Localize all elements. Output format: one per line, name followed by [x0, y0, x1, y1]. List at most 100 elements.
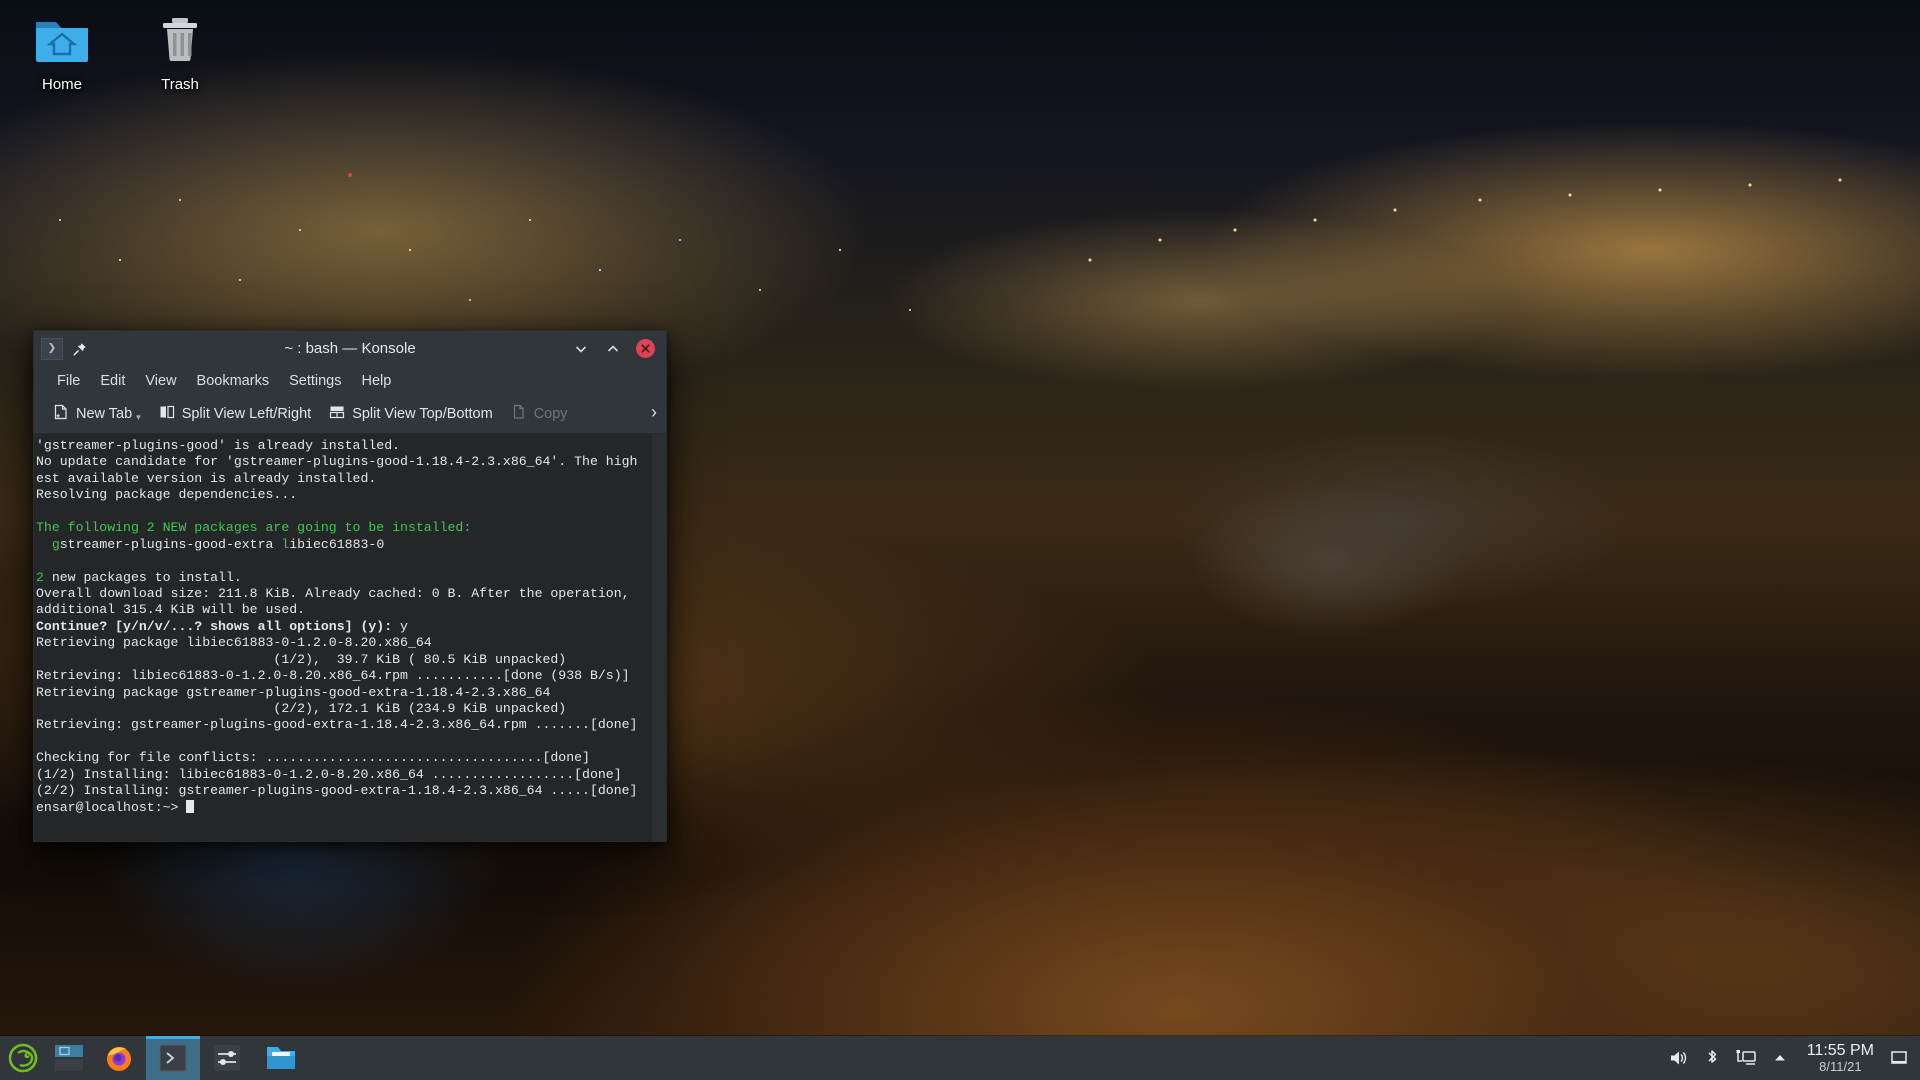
taskbar-item-konsole[interactable] [146, 1036, 200, 1080]
show-desktop-icon[interactable] [1884, 1036, 1914, 1080]
split-lr-icon [159, 404, 175, 424]
split-view-top-bottom-button[interactable]: Split View Top/Bottom [320, 400, 502, 428]
trash-icon [128, 8, 232, 70]
terminal-text: (1/2), 39.7 KiB ( 80.5 KiB unpacked) [36, 651, 567, 667]
terminal-text: y [392, 618, 408, 634]
bluetooth-icon[interactable] [1695, 1048, 1729, 1068]
copy-label: Copy [533, 406, 568, 422]
minimize-button[interactable] [572, 340, 590, 358]
terminal-line: gstreamer-plugins-good-extra libiec61883… [36, 537, 652, 553]
pin-icon[interactable] [71, 340, 89, 358]
terminal-text: No update candidate for 'gstreamer-plugi… [36, 454, 638, 470]
terminal-text: (2/2), 172.1 KiB (234.9 KiB unpacked) [36, 701, 567, 716]
clock-widget[interactable]: 11:55 PM 8/11/21 [1797, 1041, 1884, 1074]
pager-widget[interactable] [46, 1036, 92, 1080]
terminal-line: est available version is already install… [36, 471, 652, 487]
copy-button: Copy [502, 400, 577, 428]
terminal-output[interactable]: 'gstreamer-plugins-good' is already inst… [34, 434, 652, 841]
desktop-wallpaper[interactable]: Home Trash ❯ ~: bash — Konsole File Edi… [0, 0, 1920, 1080]
terminal-area[interactable]: 'gstreamer-plugins-good' is already inst… [34, 434, 666, 841]
terminal-text: 2 [36, 569, 44, 585]
terminal-line: (2/2), 172.1 KiB (234.9 KiB unpacked) [36, 701, 652, 717]
konsole-icon[interactable]: ❯ [41, 337, 63, 360]
taskbar-item-settings[interactable] [200, 1036, 254, 1080]
desktop-icon-trash[interactable]: Trash [128, 8, 232, 93]
terminal-line: Retrieving package gstreamer-plugins-goo… [36, 685, 652, 701]
chevron-down-icon[interactable]: ▾ [136, 412, 141, 423]
new-tab-icon [53, 404, 69, 424]
taskbar[interactable]: 11:55 PM 8/11/21 [0, 1036, 1920, 1080]
menu-help[interactable]: Help [351, 369, 401, 393]
terminal-text: Retrieving package libiec61883-0-1.2.0-8… [36, 635, 432, 651]
terminal-line: ensar@localhost:~> [36, 799, 652, 816]
split-lr-label: Split View Left/Right [181, 406, 312, 422]
maximize-button[interactable] [604, 340, 622, 358]
terminal-line: No update candidate for 'gstreamer-plugi… [36, 454, 652, 470]
terminal-scrollbar[interactable] [652, 434, 666, 841]
terminal-text: est available version is already install… [36, 470, 377, 486]
window-titlebar[interactable]: ❯ ~ : bash — Konsole [34, 331, 666, 366]
terminal-line: The following 2 NEW packages are going t… [36, 520, 652, 536]
taskbar-item-dolphin[interactable] [254, 1036, 308, 1080]
terminal-text: Overall download size: 211.8 KiB. Alread… [36, 585, 630, 601]
terminal-line: Retrieving package libiec61883-0-1.2.0-8… [36, 635, 652, 651]
clock-date: 8/11/21 [1819, 1058, 1862, 1074]
terminal-text: Retrieving: libiec61883-0-1.2.0-8.20.x86… [36, 668, 630, 684]
menu-view[interactable]: View [135, 369, 186, 393]
split-tb-label: Split View Top/Bottom [352, 406, 493, 422]
terminal-text: additional 315.4 KiB will be used. [36, 602, 306, 618]
desktop-icon-trash-label: Trash [161, 76, 199, 93]
toolbar-overflow-button[interactable]: › [642, 400, 666, 428]
desktop-icon-home[interactable]: Home [10, 8, 114, 93]
terminal-line: Checking for file conflicts: ...........… [36, 750, 652, 766]
terminal-line: 2 new packages to install. [36, 570, 652, 586]
terminal-text: ibiec61883-0 [289, 536, 385, 552]
terminal-text: Resolving package dependencies... [36, 487, 298, 503]
terminal-text: Retrieving package gstreamer-plugins-goo… [36, 684, 551, 700]
terminal-line: Continue? [y/n/v/...? shows all options]… [36, 619, 652, 635]
menu-edit[interactable]: Edit [90, 369, 135, 393]
terminal-text: Continue? [y/n/v/...? shows all options]… [36, 618, 393, 634]
new-tab-label: New Tab [76, 406, 133, 422]
network-icon[interactable] [1729, 1048, 1763, 1068]
opensuse-menu-icon[interactable] [0, 1036, 46, 1080]
bridge-lights-decoration [1050, 140, 1920, 390]
menu-settings[interactable]: Settings [279, 369, 351, 393]
terminal-line: 'gstreamer-plugins-good' is already inst… [36, 438, 652, 454]
split-view-left-right-button[interactable]: Split View Left/Right [150, 400, 321, 428]
taskbar-item-firefox[interactable] [92, 1036, 146, 1080]
konsole-window[interactable]: ❯ ~ : bash — Konsole File Edit View Book… [33, 330, 667, 842]
terminal-line: Retrieving: gstreamer-plugins-good-extra… [36, 717, 652, 733]
show-hidden-icon[interactable] [1763, 1050, 1797, 1066]
terminal-line: Retrieving: libiec61883-0-1.2.0-8.20.x86… [36, 668, 652, 684]
split-tb-icon [329, 404, 345, 424]
terminal-text: (1/2) Installing: libiec61883-0-1.2.0-8.… [36, 766, 622, 782]
home-folder-icon [10, 8, 114, 70]
terminal-text: streamer-plugins-good-extra [59, 536, 282, 552]
close-button[interactable] [636, 339, 655, 358]
terminal-text: g [51, 536, 60, 552]
volume-icon[interactable] [1661, 1048, 1695, 1068]
terminal-line: (1/2) Installing: libiec61883-0-1.2.0-8.… [36, 767, 652, 783]
terminal-line: additional 315.4 KiB will be used. [36, 602, 652, 618]
menubar[interactable]: File Edit View Bookmarks Settings Help [34, 366, 666, 395]
clock-time: 11:55 PM [1806, 1041, 1874, 1059]
city-lights-decoration [0, 60, 1000, 360]
menu-bookmarks[interactable]: Bookmarks [187, 369, 280, 393]
desktop-icon-home-label: Home [41, 76, 82, 93]
terminal-cursor [186, 799, 195, 813]
terminal-text: The following 2 NEW packages are going t… [36, 520, 472, 536]
new-tab-button[interactable]: New Tab ▾ [44, 400, 150, 428]
terminal-line: Overall download size: 211.8 KiB. Alread… [36, 586, 652, 602]
terminal-text: ensar@localhost:~> [36, 799, 187, 815]
terminal-line: Resolving package dependencies... [36, 487, 652, 503]
toolbar[interactable]: New Tab ▾ Split View Left/Right Split Vi… [34, 395, 666, 434]
terminal-text: 'gstreamer-plugins-good' is already inst… [36, 438, 401, 453]
terminal-text: new packages to install. [43, 569, 242, 585]
terminal-line: (1/2), 39.7 KiB ( 80.5 KiB unpacked) [36, 652, 652, 668]
terminal-line: (2/2) Installing: gstreamer-plugins-good… [36, 783, 652, 799]
menu-file[interactable]: File [47, 369, 90, 393]
